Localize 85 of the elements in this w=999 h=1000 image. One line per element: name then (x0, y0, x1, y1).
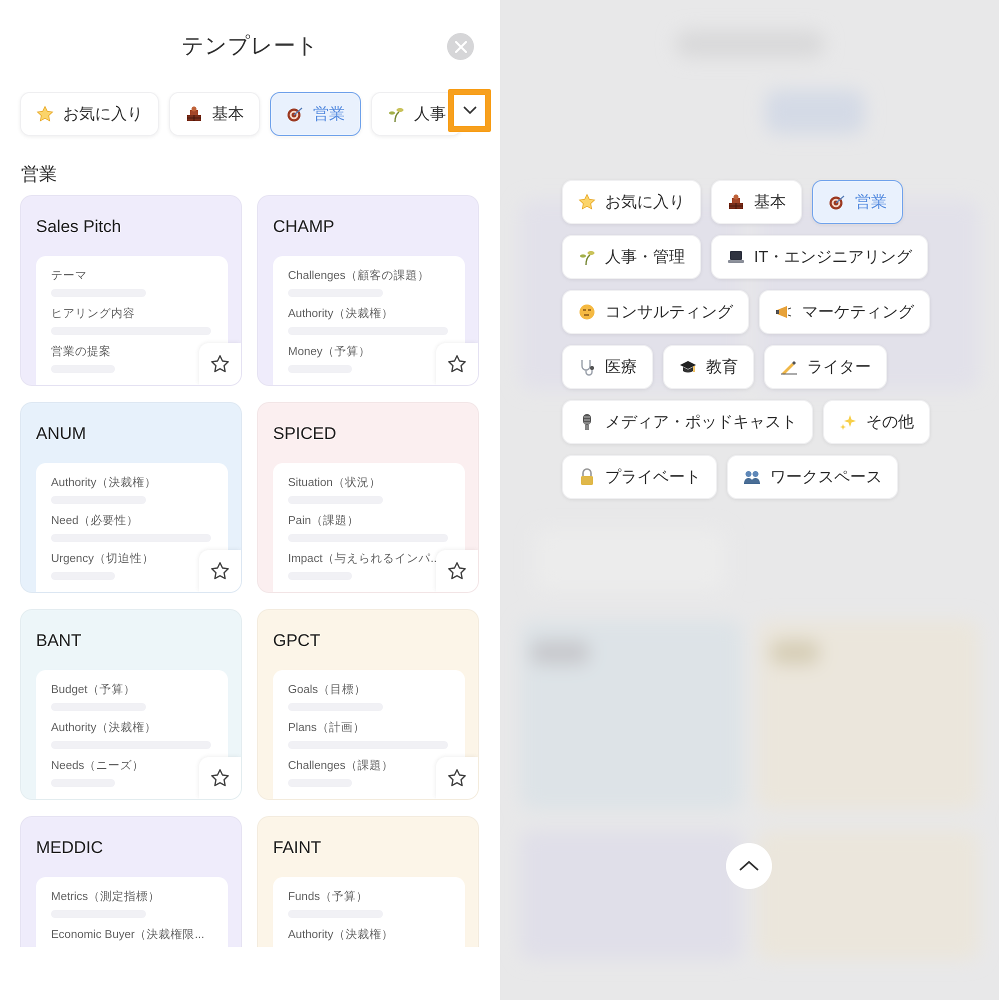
star-icon (447, 561, 467, 581)
field-label: テーマ (51, 269, 88, 284)
chevron-up-icon (739, 860, 759, 872)
field-label: Need（必要性） (51, 514, 140, 529)
sparkles-icon (839, 413, 857, 431)
chevron-down-icon (462, 106, 476, 115)
template-card[interactable]: CHAMP Challenges（顧客の課題） Authority（決裁権） Money（予算） (257, 195, 479, 386)
category-chip[interactable]: お気に入り (562, 180, 701, 224)
favorite-button[interactable] (436, 757, 478, 799)
people-icon (743, 468, 761, 486)
field-label: Funds（予算） (288, 890, 369, 905)
category-chip[interactable]: プライベート (562, 455, 717, 499)
sprout-icon (578, 248, 596, 266)
category-chip[interactable]: 基本 (711, 180, 802, 224)
field-label: ヒアリング内容 (51, 306, 136, 322)
field-label: Impact（与えられるインパ.. (288, 552, 438, 567)
field-label: Challenges（顧客の課題） (288, 268, 431, 284)
field-label: Authority（決裁権） (288, 306, 394, 322)
field-label: Metrics（測定指標） (51, 890, 162, 905)
template-card[interactable]: SPICED Situation（状況） Pain（課題） Impact（与えられるインパ.. (257, 402, 479, 593)
sprout-icon (387, 105, 405, 123)
category-chip[interactable]: その他 (823, 400, 930, 444)
lock-icon (578, 468, 596, 486)
template-card[interactable]: GPCT Goals（目標） Plans（計画） Challenges（課題） (257, 609, 479, 800)
template-card[interactable]: MEDDIC Metrics（測定指標） Economic Buyer（決裁権限... (20, 816, 242, 947)
window-title: テンプレート (182, 32, 318, 60)
card-title: MEDDIC (36, 838, 104, 859)
category-chip[interactable]: ワークスペース (727, 455, 898, 499)
category-chip[interactable]: メディア・ポッドキャスト (562, 400, 813, 444)
category-chip[interactable]: 人事・管理 (562, 235, 701, 279)
star-icon (210, 354, 230, 374)
favorite-button[interactable] (436, 343, 478, 385)
template-card[interactable]: ANUM Authority（決裁権） Need（必要性） Urgency（切迫性） (20, 402, 242, 593)
field-label: Budget（予算） (51, 682, 136, 698)
face-icon (578, 303, 596, 321)
field-label: Money（予算） (288, 344, 372, 360)
field-label: Authority（決裁権） (51, 476, 158, 491)
card-title: GPCT (273, 631, 322, 652)
field-label: Situation（状況） (288, 476, 382, 491)
favorite-button[interactable] (199, 550, 241, 592)
favorite-button[interactable] (199, 757, 241, 799)
category-chip[interactable]: IT・エンジニアリング (711, 235, 928, 279)
card-title: ANUM (36, 424, 88, 445)
card-title: SPICED (273, 424, 338, 445)
field-label: 営業の提案 (51, 344, 112, 360)
field-label: Economic Buyer（決裁権限... (51, 928, 206, 943)
category-chip[interactable]: 基本 (169, 92, 260, 136)
field-label: Urgency（切迫性） (51, 552, 155, 567)
card-title: CHAMP (273, 217, 336, 238)
card-title: BANT (36, 631, 82, 652)
field-label: Needs（ニーズ） (51, 758, 146, 774)
field-label: Plans（計画） (288, 720, 366, 736)
target-icon (286, 105, 304, 123)
star-icon (447, 354, 467, 374)
target-icon (828, 193, 846, 211)
category-chip[interactable]: コンサルティング (562, 290, 749, 334)
bricks-icon (727, 193, 745, 211)
laptop-icon (727, 248, 745, 266)
template-card[interactable]: Sales Pitch テーマ ヒアリング内容 営業の提案 (20, 195, 242, 386)
template-card[interactable]: FAINT Funds（予算） Authority（決裁権） (257, 816, 479, 947)
category-chip[interactable]: 教育 (663, 345, 754, 389)
field-label: Authority（決裁権） (51, 720, 158, 736)
star-icon (36, 105, 54, 123)
template-card[interactable]: BANT Budget（予算） Authority（決裁権） Needs（ニーズ） (20, 609, 242, 800)
card-title: FAINT (273, 838, 322, 859)
bricks-icon (185, 105, 203, 123)
category-chip[interactable]: マーケティング (759, 290, 930, 334)
writing-hand-icon (780, 358, 798, 376)
field-label: Pain（課題） (288, 514, 360, 529)
category-chip[interactable]: 医療 (562, 345, 653, 389)
field-label: Goals（目標） (288, 682, 368, 698)
star-icon (578, 193, 596, 211)
favorite-button[interactable] (436, 550, 478, 592)
category-chip[interactable]: お気に入り (20, 92, 159, 136)
star-icon (210, 561, 230, 581)
star-icon (210, 768, 230, 788)
star-icon (447, 768, 467, 788)
field-label: Challenges（課題） (288, 758, 395, 774)
favorite-button[interactable] (199, 343, 241, 385)
megaphone-icon (775, 303, 793, 321)
section-title: 営業 (21, 163, 58, 186)
category-chip[interactable]: ライター (764, 345, 887, 389)
close-icon (454, 40, 466, 52)
card-title: Sales Pitch (36, 217, 122, 238)
field-label: Authority（決裁権） (288, 928, 394, 943)
